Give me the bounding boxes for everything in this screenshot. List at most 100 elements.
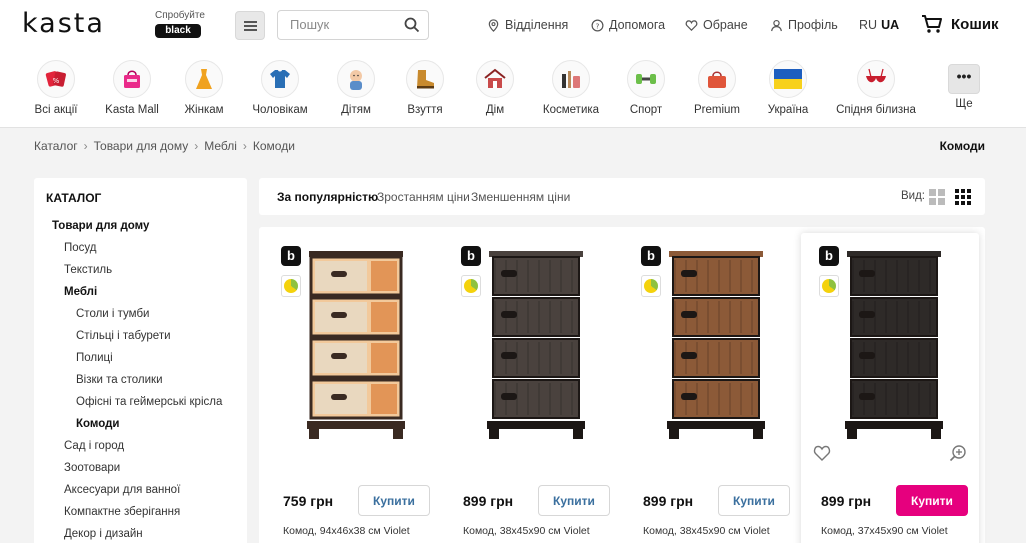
category-6[interactable]: Дім — [455, 58, 535, 116]
category-5[interactable]: Взуття — [385, 58, 465, 116]
menu-button[interactable] — [235, 11, 265, 40]
house-icon — [476, 60, 514, 98]
category-4[interactable]: Дітям — [316, 58, 396, 116]
breadcrumb-item[interactable]: Комоди — [253, 139, 295, 153]
sidebar-item[interactable]: Текстиль — [64, 264, 112, 276]
cart-icon — [922, 15, 942, 33]
product-card[interactable]: b 899 грн Купити Комод, 38x45x90 см Violet — [443, 233, 621, 543]
sidebar-item[interactable]: Компактне зберігання — [64, 506, 180, 518]
sidebar-item[interactable]: Посуд — [64, 242, 97, 254]
sort-price-desc[interactable]: Зменшенням ціни — [471, 190, 570, 204]
sort-bar: За популярністю Зростанням ціни Зменшенн… — [259, 178, 985, 215]
product-name[interactable]: Комод, 38x45x90 см Violet — [463, 524, 613, 538]
menu-icon — [244, 21, 257, 23]
promo-badge: black — [155, 24, 201, 38]
page-title: Комоди — [939, 139, 985, 153]
lang-ru[interactable]: RU — [859, 18, 877, 32]
search-icon[interactable] — [404, 17, 420, 33]
lang-ua[interactable]: UA — [881, 18, 899, 32]
rating-badge-icon — [819, 275, 839, 297]
heart-icon — [685, 19, 698, 31]
sidebar-item[interactable]: Офісні та геймерські крісла — [76, 396, 222, 408]
favorites-link[interactable]: Обране — [685, 18, 748, 32]
category-0[interactable]: % Всі акції — [16, 58, 96, 116]
product-name[interactable]: Комод, 94x46x38 см Violet — [283, 524, 433, 538]
user-icon — [771, 19, 782, 31]
product-name[interactable]: Комод, 38x45x90 см Violet — [643, 524, 793, 538]
breadcrumb-item[interactable]: Каталог — [34, 139, 78, 153]
breadcrumb-separator: › — [194, 139, 199, 153]
category-11[interactable]: Спідня білизна — [836, 58, 916, 116]
sidebar-item[interactable]: Сад і город — [64, 440, 124, 452]
black-badge-icon: b — [461, 246, 481, 266]
product-card[interactable]: b 899 грн Купити Комод, 38x45x90 см Violet — [623, 233, 801, 543]
more-icon: ••• — [948, 64, 980, 94]
catalog-sidebar: КАТАЛОГ Товари для дому Посуд Текстиль Мебл… — [34, 178, 247, 543]
product-name[interactable]: Комод, 37x45x90 см Violet — [821, 524, 971, 538]
sidebar-item[interactable]: Меблі — [64, 286, 97, 298]
category-3[interactable]: Чоловікам — [240, 58, 320, 116]
menu-icon-line — [244, 25, 257, 27]
breadcrumb-item[interactable]: Товари для дому — [94, 139, 189, 153]
boot-icon — [406, 60, 444, 98]
branches-link[interactable]: Відділення — [487, 18, 568, 32]
site-header: kasta Спробуйте black Відділення ? Допом… — [0, 0, 1026, 128]
sidebar-item[interactable]: Столи і тумби — [76, 308, 149, 320]
breadcrumb-separator: › — [242, 139, 247, 153]
product-image[interactable] — [481, 245, 591, 439]
black-badge-icon: b — [819, 246, 839, 266]
sidebar-item[interactable]: Комоди — [76, 418, 120, 430]
grid-2-view-icon[interactable] — [929, 189, 945, 205]
category-9[interactable]: Premium — [677, 58, 757, 116]
category-label: Kasta Mall — [105, 104, 159, 116]
category-8[interactable]: Спорт — [606, 58, 686, 116]
location-pin-icon — [488, 18, 499, 32]
search-input[interactable] — [290, 17, 400, 32]
sidebar-item[interactable]: Декор і дизайн — [64, 528, 143, 540]
cart-link[interactable]: Кошик — [921, 14, 999, 34]
menu-icon-line — [244, 29, 257, 31]
buy-button[interactable]: Купити — [718, 485, 790, 516]
sidebar-item[interactable]: Аксесуари для ванної — [64, 484, 180, 496]
sort-popular[interactable]: За популярністю — [277, 190, 378, 204]
help-link[interactable]: ? Допомога — [591, 18, 665, 32]
category-12[interactable]: ••• Ще — [924, 58, 1004, 110]
sidebar-item[interactable]: Полиці — [76, 352, 113, 364]
rating-badge-icon — [641, 275, 661, 297]
product-image[interactable] — [301, 245, 411, 439]
category-2[interactable]: Жінкам — [164, 58, 244, 116]
tshirt-icon — [261, 60, 299, 98]
sidebar-item[interactable]: Зоотовари — [64, 462, 120, 474]
sidebar-item[interactable]: Візки та столики — [76, 374, 163, 386]
category-label: Чоловікам — [252, 104, 308, 116]
sort-price-asc[interactable]: Зростанням ціни — [377, 190, 470, 204]
product-image[interactable] — [661, 245, 771, 439]
category-1[interactable]: Kasta Mall — [92, 58, 172, 116]
category-10[interactable]: Україна — [748, 58, 828, 116]
breadcrumb-separator: › — [83, 139, 88, 153]
category-label: Дім — [485, 104, 505, 116]
category-label: Взуття — [407, 104, 443, 116]
sidebar-item[interactable]: Стільці і табурети — [76, 330, 171, 342]
product-image[interactable] — [839, 245, 949, 439]
product-price: 899 грн — [821, 493, 872, 509]
profile-link[interactable]: Профіль — [770, 18, 838, 32]
product-card[interactable]: b 899 грн Купити Комод, 37x45x90 см Violet — [801, 233, 979, 543]
handbag-icon — [698, 60, 736, 98]
buy-button[interactable]: Купити — [358, 485, 430, 516]
sidebar-item[interactable]: Товари для дому — [52, 220, 149, 232]
product-card[interactable]: b 759 грн Купити Комод, 94x46x38 см Violet — [263, 233, 441, 543]
category-label: Косметика — [542, 104, 600, 116]
black-promo[interactable]: Спробуйте black — [155, 10, 205, 38]
favorite-heart-icon[interactable] — [813, 445, 831, 461]
buy-button[interactable]: Купити — [538, 485, 610, 516]
help-label: Допомога — [609, 18, 666, 32]
grid-3-view-icon[interactable] — [955, 189, 971, 205]
language-switch: RU UA — [859, 18, 899, 32]
buy-button[interactable]: Купити — [896, 485, 968, 516]
breadcrumb-item[interactable]: Меблі — [204, 139, 237, 153]
category-7[interactable]: Косметика — [531, 58, 611, 116]
kasta-logo[interactable]: kasta — [22, 8, 105, 39]
category-label: Жінкам — [184, 104, 224, 116]
zoom-icon[interactable] — [949, 444, 967, 462]
